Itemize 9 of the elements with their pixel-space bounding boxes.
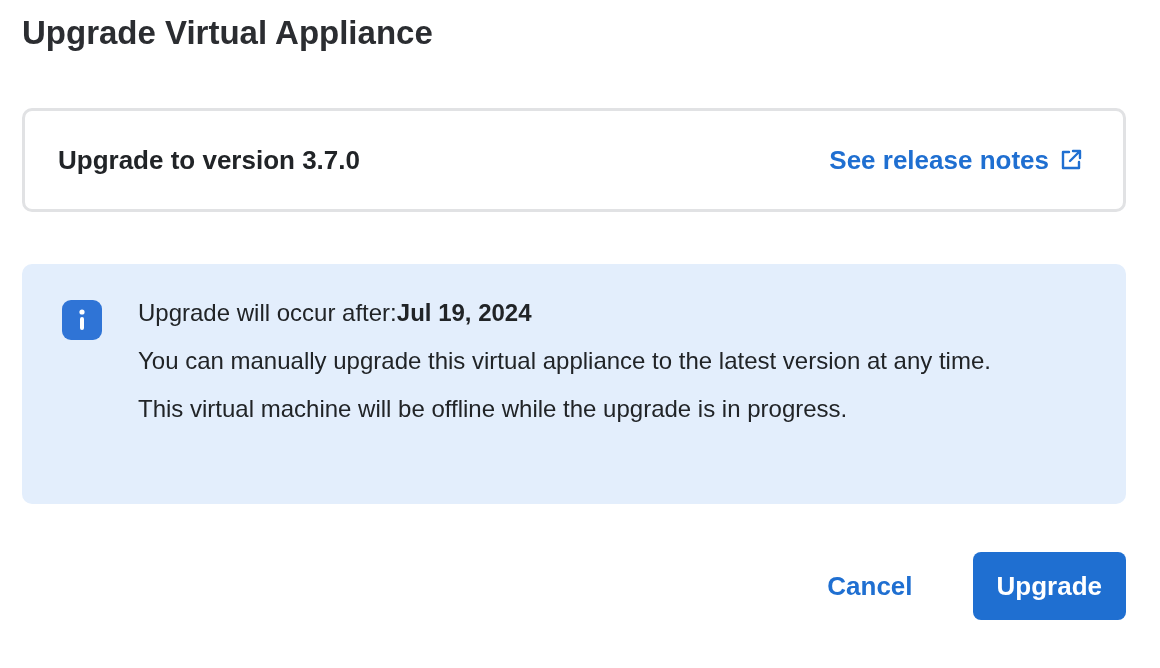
info-text: You can manually upgrade this virtual appliance to the latest version at any time. This virtual machine will be offline while the upgrade is in progress.	[138, 346, 992, 424]
version-label: Upgrade to version 3.7.0	[58, 144, 360, 176]
upgrade-button[interactable]: Upgrade	[972, 552, 1126, 620]
release-notes-link[interactable]: See release notes	[829, 144, 1083, 176]
cancel-button[interactable]: Cancel	[803, 552, 937, 620]
external-link-icon	[1059, 148, 1083, 172]
dialog-title: Upgrade Virtual Appliance	[22, 14, 434, 52]
upgrade-date-text: Upgrade will occur after:Jul 19, 2024	[138, 298, 533, 328]
info-icon	[62, 300, 102, 340]
